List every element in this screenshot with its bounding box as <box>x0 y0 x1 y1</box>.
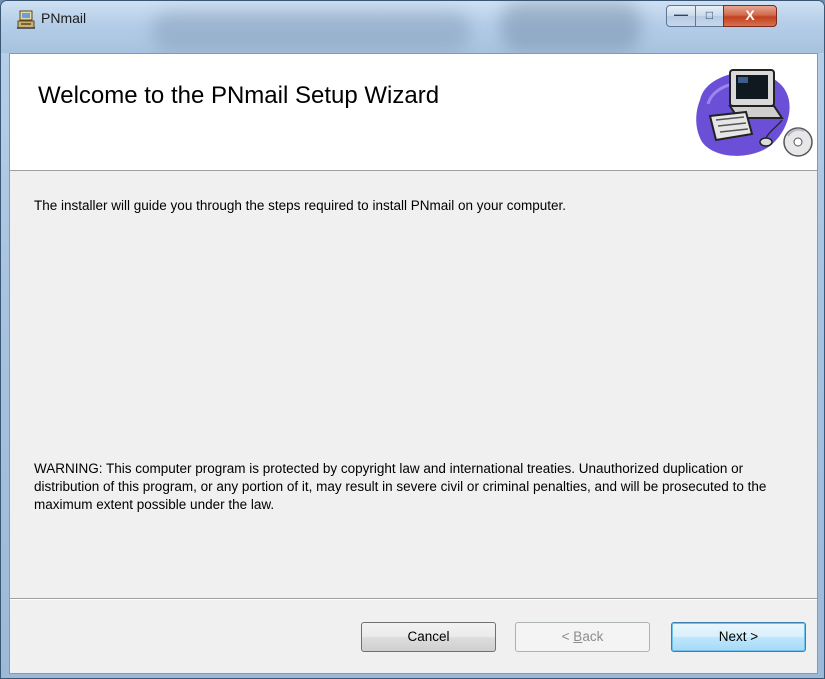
button-separator <box>10 598 817 600</box>
back-button-rest: ack <box>582 629 604 644</box>
title-bar[interactable]: PNmail — □ X <box>1 1 824 53</box>
minimize-button[interactable]: — <box>666 5 696 27</box>
wizard-client-area: Welcome to the PNmail Setup Wizard The i… <box>9 53 818 674</box>
close-button[interactable]: X <box>723 5 777 27</box>
minimize-icon: — <box>674 6 688 22</box>
next-button[interactable]: Next > <box>671 622 806 652</box>
background-blur <box>151 11 471 51</box>
installer-app-icon <box>17 10 35 29</box>
close-icon: X <box>745 7 755 23</box>
back-button[interactable]: < Back <box>515 622 650 652</box>
back-button-prefix: < <box>561 629 574 644</box>
copyright-warning: WARNING: This computer program is protec… <box>34 461 767 512</box>
maximize-button[interactable]: □ <box>695 5 724 27</box>
intro-text: The installer will guide you through the… <box>34 198 567 213</box>
computer-setup-illustration <box>696 69 813 157</box>
page-title: Welcome to the PNmail Setup Wizard <box>38 82 440 109</box>
cancel-button[interactable]: Cancel <box>361 622 496 652</box>
setup-window: PNmail — □ X Welcome to the PNmail Setup… <box>0 0 825 679</box>
background-blur <box>501 1 641 51</box>
maximize-icon: □ <box>705 8 714 22</box>
window-title: PNmail <box>41 10 87 26</box>
wizard-banner: Welcome to the PNmail Setup Wizard <box>10 54 817 171</box>
back-button-access-key: B <box>573 629 583 644</box>
